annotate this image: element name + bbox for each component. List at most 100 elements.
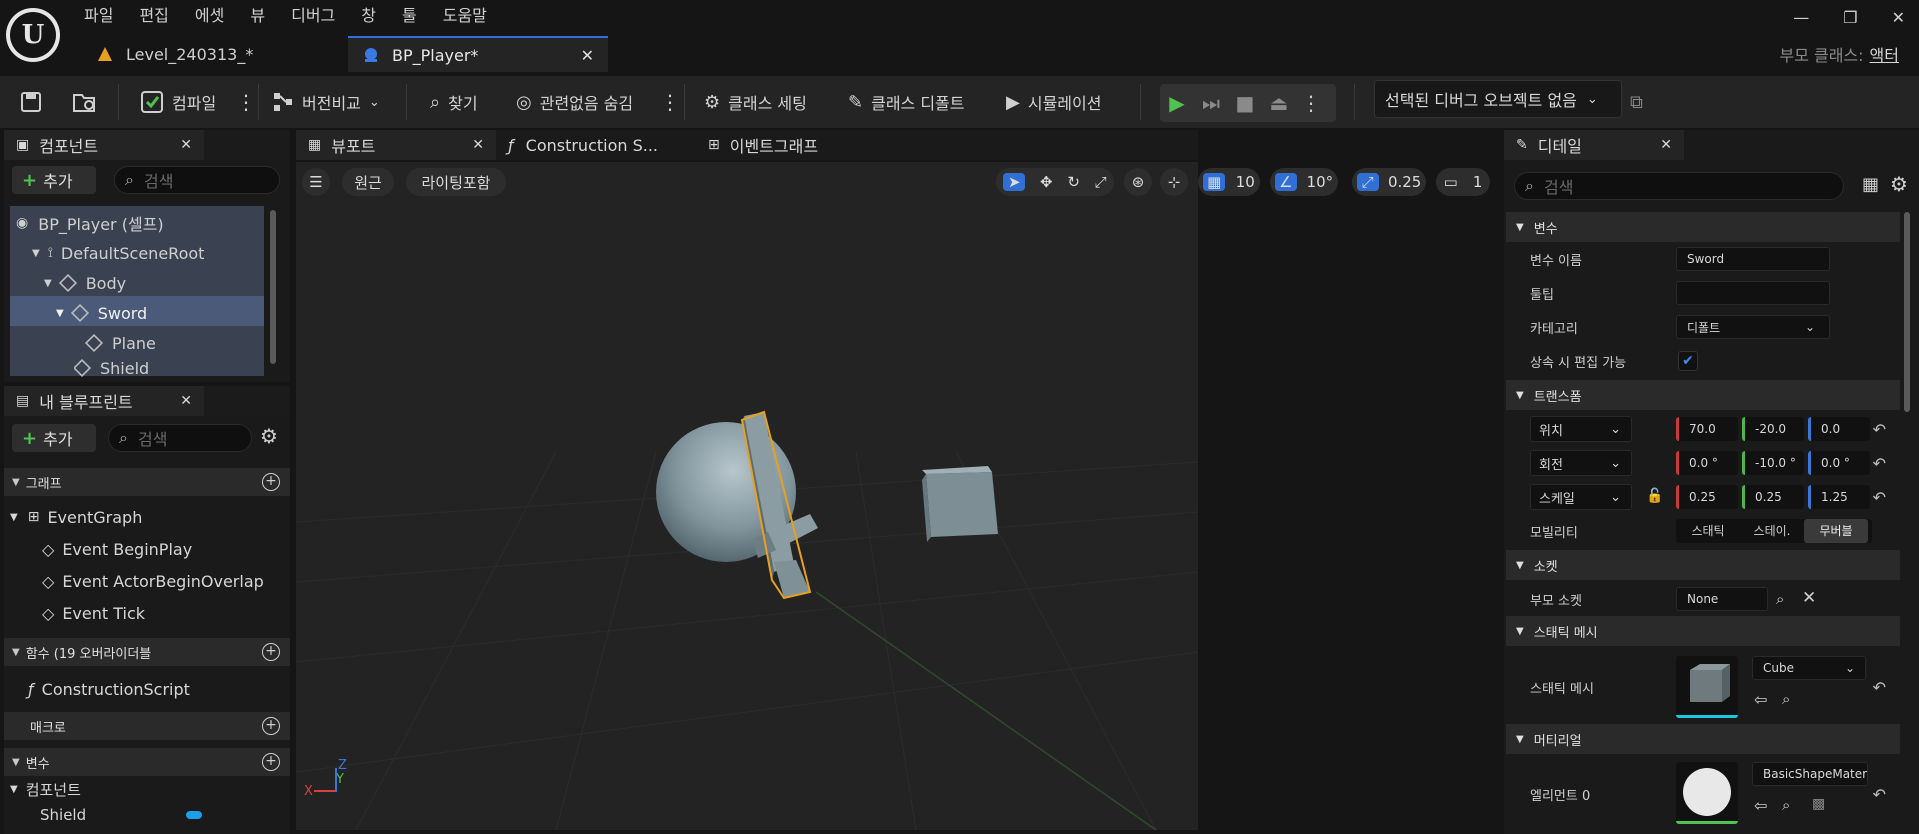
event-tick-item[interactable]: ◇ Event Tick <box>42 598 145 628</box>
tree-item-shield[interactable]: Shield <box>74 358 149 378</box>
menu-help[interactable]: 도움말 <box>443 4 487 28</box>
debug-filter-icon[interactable]: ⧉ <box>1630 76 1643 128</box>
save-button[interactable] <box>20 76 42 128</box>
close-tab-icon[interactable]: ✕ <box>472 137 484 153</box>
tree-item-sword[interactable]: ▼ Sword <box>56 298 147 328</box>
location-x-input[interactable]: 70.0 <box>1676 417 1738 441</box>
location-mode-select[interactable]: 위치 ⌄ <box>1530 416 1632 442</box>
compile-button[interactable]: 컴파일 <box>140 76 216 128</box>
eject-icon[interactable]: ⏏ <box>1262 91 1296 115</box>
viewport-options-icon[interactable]: ☰ <box>302 168 330 196</box>
location-y-input[interactable]: -20.0 <box>1742 417 1804 441</box>
add-macro-icon[interactable]: + <box>262 717 280 735</box>
static-mesh-section[interactable]: ▼ 스태틱 메시 <box>1506 616 1900 646</box>
material-select[interactable]: BasicShapeMateri <box>1752 762 1868 786</box>
simulation-button[interactable]: ▶ 시뮬레이션 <box>1006 76 1101 128</box>
class-settings-button[interactable]: ⚙ 클래스 세팅 <box>704 76 807 128</box>
parent-class-link[interactable]: 액터 <box>1870 46 1899 65</box>
browse-button[interactable] <box>72 76 98 128</box>
move-icon[interactable]: ✥ <box>1040 173 1053 191</box>
event-actorbeginoverlap-item[interactable]: ◇ Event ActorBeginOverlap <box>42 566 264 596</box>
browse-asset-icon[interactable]: ⌕ <box>1782 796 1790 814</box>
tab-level[interactable]: Level_240313_* <box>82 36 342 72</box>
viewport-3d[interactable]: ☰ 원근 라이팅포함 ➤ ✥ ↻ ⤢ ⊛ ⊹ <box>296 162 1198 830</box>
grid-snap-toggle[interactable]: ▦ 10 <box>1198 168 1260 196</box>
class-defaults-button[interactable]: ✎ 클래스 디폴트 <box>848 76 965 128</box>
settings-gear-icon[interactable]: ⚙ <box>260 424 278 448</box>
blueprint-search-input[interactable]: ⌕ 검색 <box>108 424 252 452</box>
menu-debug[interactable]: 디버그 <box>291 4 335 28</box>
rotation-mode-select[interactable]: 회전 ⌄ <box>1530 450 1632 476</box>
event-graph-item[interactable]: ▼ ⊞ EventGraph <box>10 502 142 532</box>
mobility-movable[interactable]: 무버블 <box>1804 519 1868 543</box>
browse-asset-icon[interactable]: ⌕ <box>1782 690 1790 708</box>
material-thumbnail[interactable] <box>1676 762 1738 824</box>
macros-section[interactable]: 매크로 + <box>4 712 290 740</box>
scale-z-input[interactable]: 1.25 <box>1808 485 1870 509</box>
add-variable-icon[interactable]: + <box>262 753 280 771</box>
rotation-snap-toggle[interactable]: ∠ 10° <box>1270 168 1338 196</box>
diff-button[interactable]: 버전비교 ⌄ <box>272 76 380 128</box>
details-search-input[interactable]: ⌕ 검색 <box>1514 172 1844 200</box>
mobility-stationary[interactable]: 스테이. <box>1740 519 1804 543</box>
play-icon[interactable]: ▶ <box>1160 91 1194 115</box>
variable-name-input[interactable]: Sword <box>1676 247 1830 271</box>
table-view-icon[interactable]: ▦ <box>1862 174 1879 195</box>
editable-checkbox[interactable]: ✔ <box>1678 351 1698 371</box>
close-tab-icon[interactable]: ✕ <box>581 46 594 65</box>
tab-my-blueprint[interactable]: ▤ 내 블루프린트 ✕ <box>4 386 204 416</box>
reset-icon[interactable]: ↶ <box>1873 488 1886 507</box>
unreal-logo-icon[interactable]: U <box>6 8 60 62</box>
tree-item-defaultsceneroot[interactable]: ▼ ⟟ DefaultSceneRoot <box>32 238 204 268</box>
event-beginplay-item[interactable]: ◇ Event BeginPlay <box>42 534 192 564</box>
close-panel-icon[interactable]: ✕ <box>1660 137 1672 153</box>
surface-snap-icon[interactable]: ⊹ <box>1160 168 1188 196</box>
checker-icon[interactable]: ▩ <box>1812 796 1825 812</box>
step-icon[interactable]: ⏭ <box>1194 91 1228 115</box>
tree-item-body[interactable]: ▼ Body <box>44 268 126 298</box>
variables-section[interactable]: ▼ 변수 + <box>4 748 290 776</box>
restore-icon[interactable]: ❐ <box>1843 8 1857 27</box>
clear-icon[interactable]: ✕ <box>1802 588 1816 608</box>
functions-section[interactable]: ▼ 함수 (19 오버라이더블 + <box>4 638 290 666</box>
components-category[interactable]: ▼ 컴포넌트 <box>10 776 81 802</box>
add-component-button[interactable]: + 추가 <box>12 166 96 194</box>
use-selected-icon[interactable]: ⇦ <box>1754 796 1767 815</box>
hide-options-icon[interactable]: ⋮ <box>660 76 680 128</box>
scale-x-input[interactable]: 0.25 <box>1676 485 1738 509</box>
close-window-icon[interactable]: ✕ <box>1892 8 1905 27</box>
close-panel-icon[interactable]: ✕ <box>180 137 192 153</box>
details-scrollbar[interactable] <box>1904 212 1910 412</box>
world-local-icon[interactable]: ⊛ <box>1124 168 1152 196</box>
tab-construction-script[interactable]: ƒ Construction S... <box>496 130 696 160</box>
rotation-z-input[interactable]: 0.0 ° <box>1808 451 1870 475</box>
add-function-icon[interactable]: + <box>262 643 280 661</box>
use-selected-icon[interactable]: ⇦ <box>1754 690 1767 709</box>
rotation-y-input[interactable]: -10.0 ° <box>1742 451 1804 475</box>
category-select[interactable]: 디폴트 ⌄ <box>1676 315 1830 339</box>
camera-speed-button[interactable]: ▭ 1 <box>1436 168 1490 196</box>
parent-socket-input[interactable]: None <box>1676 587 1768 611</box>
tree-item-plane[interactable]: Plane <box>84 328 156 358</box>
scale-y-input[interactable]: 0.25 <box>1742 485 1804 509</box>
browse-socket-icon[interactable]: ⌕ <box>1776 590 1784 608</box>
scale-mode-select[interactable]: 스케일 ⌄ <box>1530 484 1632 510</box>
menu-asset[interactable]: 에셋 <box>195 4 224 28</box>
rotate-icon[interactable]: ↻ <box>1067 173 1080 191</box>
scale-icon[interactable]: ⤢ <box>1095 173 1107 191</box>
menu-view[interactable]: 뷰 <box>250 4 265 28</box>
compile-options-icon[interactable]: ⋮ <box>236 76 256 128</box>
menu-file[interactable]: 파일 <box>84 4 113 28</box>
socket-section[interactable]: ▼ 소켓 <box>1506 550 1900 580</box>
tooltip-input[interactable] <box>1676 281 1830 305</box>
lock-icon[interactable]: 🔓 <box>1646 488 1663 504</box>
components-scrollbar[interactable] <box>270 210 276 364</box>
find-button[interactable]: ⌕ 찾기 <box>430 76 478 128</box>
reset-icon[interactable]: ↶ <box>1873 454 1886 473</box>
reset-icon[interactable]: ↶ <box>1873 785 1886 804</box>
static-mesh-select[interactable]: Cube ⌄ <box>1752 656 1866 680</box>
menu-window[interactable]: 창 <box>361 4 376 28</box>
rotation-x-input[interactable]: 0.0 ° <box>1676 451 1738 475</box>
tree-item-root[interactable]: ◉ BP_Player (셀프) <box>16 208 164 238</box>
static-mesh-thumbnail[interactable] <box>1676 656 1738 718</box>
